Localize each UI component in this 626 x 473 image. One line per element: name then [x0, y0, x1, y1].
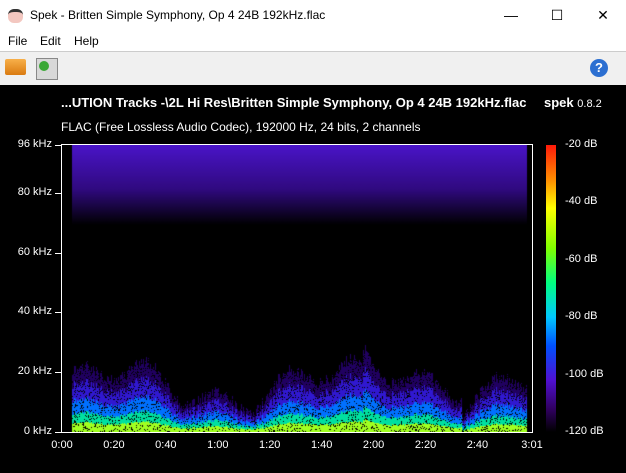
- db-tick-label: -120 dB: [565, 425, 604, 437]
- db-tick-label: -100 dB: [565, 367, 604, 380]
- save-icon[interactable]: [36, 58, 58, 80]
- freq-tick-label: 60 kHz: [17, 245, 52, 258]
- freq-tick-label: 80 kHz: [17, 185, 52, 198]
- window-title: Spek - Britten Simple Symphony, Op 4 24B…: [30, 8, 326, 22]
- freq-tick: [55, 252, 61, 254]
- freq-tick-label: 20 kHz: [17, 365, 52, 378]
- db-color-scale: [546, 145, 556, 432]
- menu-help[interactable]: Help: [74, 34, 99, 48]
- plot-border: [61, 144, 533, 433]
- time-tick-label: 0:00: [51, 439, 73, 451]
- freq-tick: [55, 145, 61, 146]
- freq-tick: [55, 312, 61, 314]
- folder-open-icon[interactable]: [5, 59, 26, 75]
- maximize-button[interactable]: ☐: [534, 0, 580, 31]
- time-tick-label: 1:00: [207, 439, 229, 451]
- db-tick-label: -20 dB: [565, 138, 598, 150]
- freq-tick: [55, 192, 61, 194]
- toolbar: ?: [0, 51, 626, 85]
- spectrogram-view: ...UTION Tracks -\2L Hi Res\Britten Simp…: [0, 85, 626, 473]
- menu-edit[interactable]: Edit: [40, 34, 61, 48]
- time-tick-label: 0:40: [155, 439, 177, 451]
- app-label: spek 0.8.2: [544, 95, 602, 110]
- menu-bar: File Edit Help: [0, 31, 626, 51]
- freq-tick: [55, 432, 61, 433]
- time-tick-label: 2:20: [414, 439, 437, 451]
- close-button[interactable]: ✕: [580, 0, 626, 31]
- db-tick-label: -40 dB: [565, 195, 598, 208]
- freq-tick-label: 96 kHz: [17, 138, 52, 150]
- time-tick-label: 1:40: [310, 439, 333, 451]
- help-icon[interactable]: ?: [590, 59, 608, 77]
- spek-app-icon: [8, 9, 23, 23]
- freq-tick-label: 40 kHz: [17, 305, 52, 318]
- time-tick-label: 2:00: [362, 439, 385, 451]
- time-tick-label: 2:40: [466, 439, 489, 451]
- time-tick-label: 0:20: [103, 439, 125, 451]
- minimize-button[interactable]: —: [488, 0, 534, 31]
- app-name: spek: [544, 95, 574, 110]
- app-version: 0.8.2: [577, 98, 602, 110]
- freq-tick-label: 0 kHz: [23, 425, 52, 437]
- menu-file[interactable]: File: [8, 34, 27, 48]
- time-tick-label: 1:20: [259, 439, 281, 451]
- db-tick-label: -80 dB: [565, 310, 598, 323]
- file-label: ...UTION Tracks -\2L Hi Res\Britten Simp…: [61, 95, 527, 110]
- freq-tick: [55, 372, 61, 374]
- db-tick-label: -60 dB: [565, 252, 598, 265]
- title-bar: Spek - Britten Simple Symphony, Op 4 24B…: [0, 0, 626, 31]
- time-tick-label: 3:01: [521, 439, 543, 451]
- audio-info: FLAC (Free Lossless Audio Codec), 192000…: [61, 120, 421, 134]
